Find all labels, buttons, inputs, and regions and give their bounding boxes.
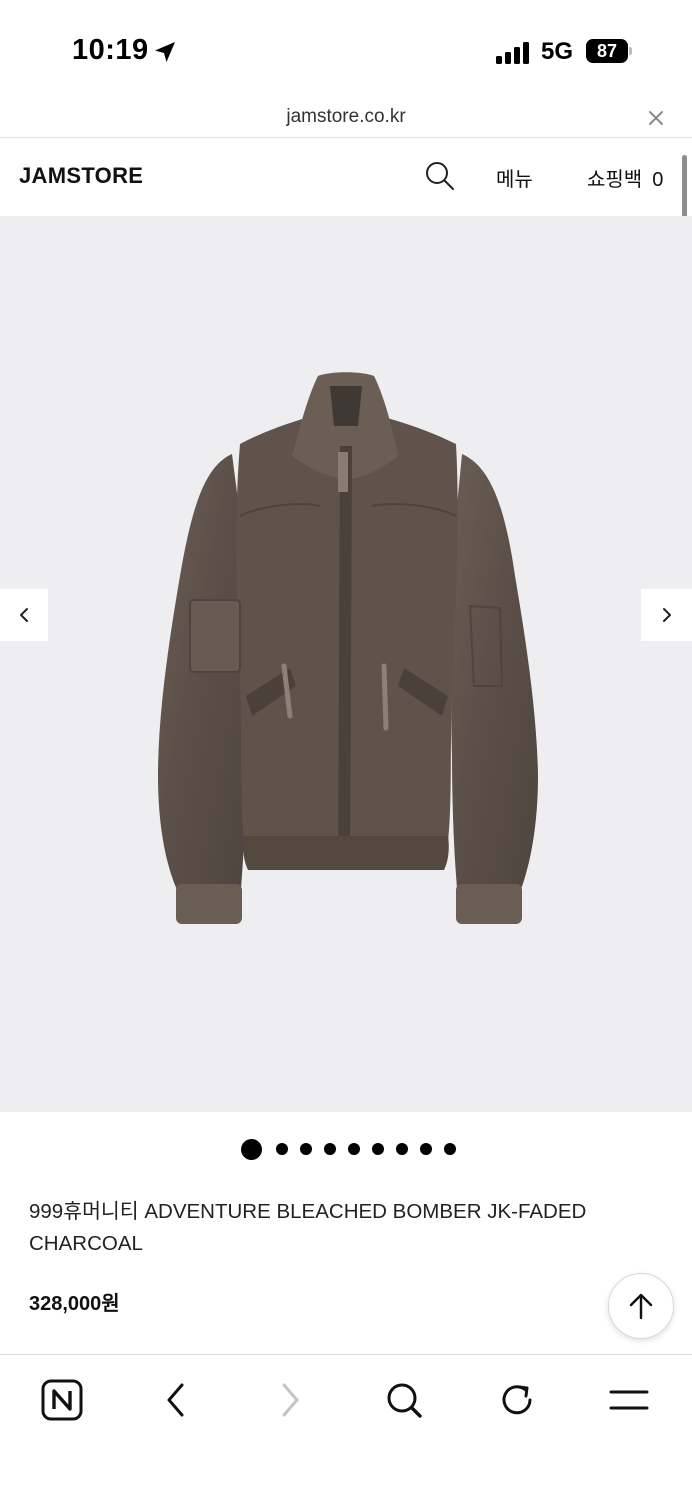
- pagination-dot[interactable]: [323, 1143, 336, 1155]
- url-bar[interactable]: jamstore.co.kr: [0, 100, 692, 138]
- product-image: [158, 372, 538, 924]
- arrow-up-icon: [629, 1293, 653, 1320]
- pagination-dot[interactable]: [299, 1143, 312, 1155]
- site-logo[interactable]: JAMSTORE: [19, 163, 143, 189]
- site-header: JAMSTORE 메뉴 쇼핑백 0: [0, 139, 692, 216]
- status-bar: 10:19 5G 87: [0, 0, 692, 100]
- browser-search-button[interactable]: [381, 1377, 427, 1423]
- scroll-to-top-button[interactable]: [608, 1273, 674, 1339]
- shopping-bag-label: 쇼핑백: [587, 169, 643, 191]
- battery-tip: [629, 47, 632, 55]
- battery-icon: 87: [586, 39, 632, 63]
- back-button[interactable]: [153, 1377, 199, 1423]
- browser-menu-button[interactable]: [606, 1377, 652, 1423]
- pagination-dot[interactable]: [371, 1143, 384, 1155]
- network-label: 5G: [541, 38, 574, 65]
- product-price: 328,000원: [29, 1293, 120, 1315]
- naver-home-icon: [41, 1379, 83, 1421]
- location-arrow-icon: [155, 42, 175, 62]
- pagination-dot[interactable]: [443, 1143, 456, 1155]
- battery-level: 87: [586, 39, 628, 63]
- status-time: 10:19: [72, 34, 149, 66]
- close-icon[interactable]: [646, 108, 666, 128]
- shopping-bag-count: 0: [652, 169, 664, 191]
- chevron-left-icon: [20, 608, 28, 622]
- reload-icon: [502, 1385, 532, 1415]
- forward-button: [267, 1377, 313, 1423]
- forward-icon: [282, 1383, 299, 1417]
- pagination-dot[interactable]: [347, 1143, 360, 1155]
- product-name: 999휴머니티 ADVENTURE BLEACHED BOMBER JK-FAD…: [29, 1200, 587, 1255]
- browser-toolbar: [0, 1354, 692, 1500]
- search-icon[interactable]: [424, 160, 456, 192]
- shopping-bag-link[interactable]: 쇼핑백 0: [587, 163, 663, 192]
- search-icon: [387, 1383, 422, 1418]
- gallery-prev-button[interactable]: [0, 589, 48, 641]
- pagination-dot[interactable]: [419, 1143, 432, 1155]
- reload-button[interactable]: [494, 1377, 540, 1423]
- signal-bars-icon: [496, 42, 529, 64]
- back-icon: [167, 1383, 184, 1417]
- gallery-next-button[interactable]: [641, 589, 692, 641]
- product-gallery[interactable]: [0, 216, 692, 1112]
- pagination-dot[interactable]: [275, 1143, 288, 1155]
- gallery-pagination: [0, 1138, 692, 1160]
- pagination-dot-active[interactable]: [240, 1138, 262, 1160]
- naver-home-button[interactable]: [39, 1377, 85, 1423]
- pagination-dot[interactable]: [395, 1143, 408, 1155]
- url-text[interactable]: jamstore.co.kr: [0, 106, 692, 128]
- menu-link[interactable]: 메뉴: [496, 163, 533, 192]
- menu-icon: [609, 1390, 649, 1410]
- chevron-right-icon: [662, 608, 671, 622]
